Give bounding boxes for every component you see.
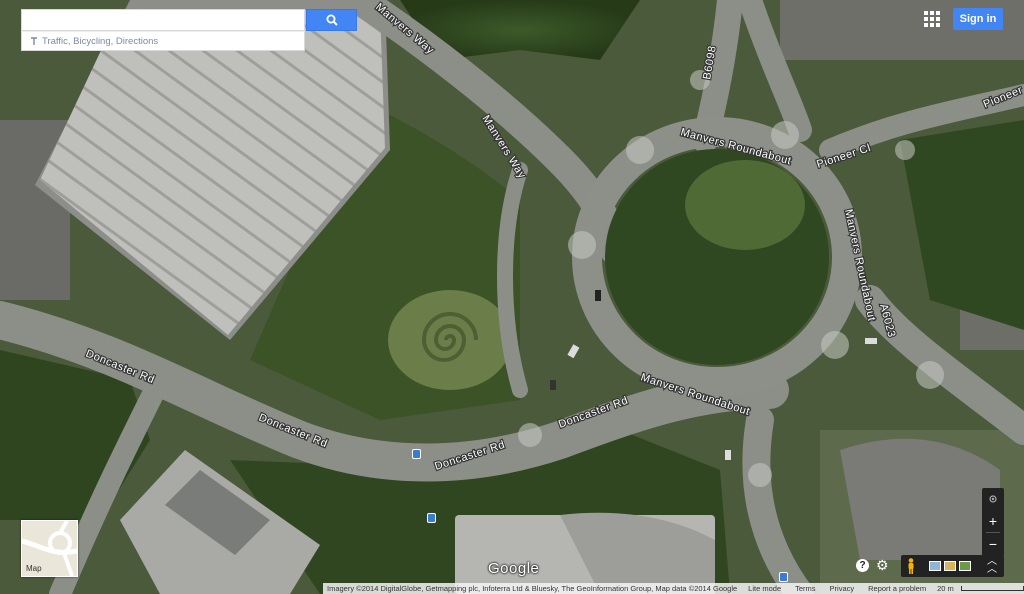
subpanel-label: Traffic, Bicycling, Directions [42,35,159,47]
my-location-icon [989,495,997,503]
privacy-link[interactable]: Privacy [823,584,862,593]
scale-label: 20 m [937,584,954,593]
attribution-bar: Imagery ©2014 DigitalGlobe, Getmapping p… [323,583,1024,594]
zoom-out-button[interactable]: − [982,533,1004,555]
gear-icon[interactable]: ⚙ [876,558,890,572]
photo-thumbnail-3[interactable] [959,561,971,571]
terms-link[interactable]: Terms [788,584,822,593]
zoom-controls: + − [982,488,1004,556]
directions-icon [31,36,37,45]
map-type-switcher[interactable]: Map [21,520,78,577]
zoom-in-button[interactable]: + [982,510,1004,532]
photo-thumbnail-1[interactable] [929,561,941,571]
scale-bar [960,586,1024,591]
bus-stop-icon[interactable] [779,572,788,582]
photo-thumbnail-2[interactable] [944,561,956,571]
satellite-map[interactable]: Manvers Way Manvers Way B6098 Manvers Ro… [0,0,1024,594]
bus-stop-icon[interactable] [412,449,421,459]
search-box [21,9,305,31]
my-location-button[interactable] [982,488,1004,510]
bus-stop-icon[interactable] [427,513,436,523]
imagery-attribution: Imagery ©2014 DigitalGlobe, Getmapping p… [327,584,738,593]
layers-directions-panel[interactable]: Traffic, Bicycling, Directions [21,31,305,51]
apps-grid-icon[interactable] [924,11,940,27]
lite-mode-link[interactable]: Lite mode [741,584,788,593]
minimap-label: Map [26,564,42,573]
pegman-icon[interactable] [907,558,915,574]
search-icon [326,14,338,26]
search-button[interactable] [306,9,357,31]
sign-in-button[interactable]: Sign in [953,8,1003,30]
search-input[interactable] [22,10,304,30]
report-problem-link[interactable]: Report a problem [861,584,933,593]
help-icon[interactable]: ? [856,559,869,572]
chevron-up-icon[interactable]: ︿ ︿ [987,557,997,575]
google-logo: Google [488,560,540,577]
